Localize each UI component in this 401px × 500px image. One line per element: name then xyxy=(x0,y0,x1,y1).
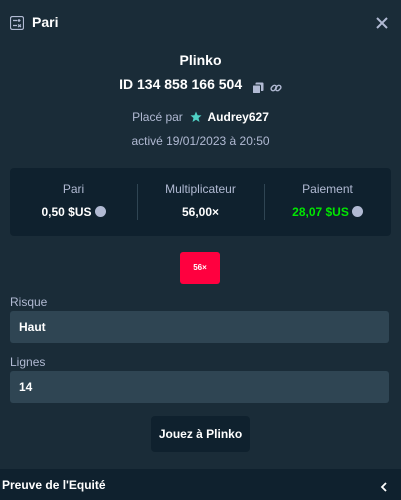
stat-bet-value-row: 0,50 $US xyxy=(10,205,137,219)
game-title[interactable]: Plinko xyxy=(0,52,401,68)
modal-header: Pari xyxy=(0,0,401,46)
modal-title: Pari xyxy=(32,14,59,30)
result-multiplier-badge: 56× xyxy=(180,252,220,284)
stat-multiplier: Multiplicateur 56,00× xyxy=(137,182,264,219)
bet-stats-panel: Pari 0,50 $US Multiplicateur 56,00× Paie… xyxy=(10,168,391,236)
activation-date: activé 19/01/2023 à 20:50 xyxy=(131,134,270,148)
play-plinko-button[interactable]: Jouez à Plinko xyxy=(151,416,250,452)
stat-payout-value-row: 28,07 $US xyxy=(264,205,391,219)
copy-icon[interactable] xyxy=(252,81,264,94)
currency-coin-icon xyxy=(351,206,363,217)
lines-field: 14 xyxy=(10,371,389,403)
stat-payout: Paiement 28,07 $US xyxy=(264,182,391,219)
fairness-footer[interactable]: Preuve de l'Equité xyxy=(0,469,401,500)
placed-by-label: Placé par xyxy=(132,110,183,124)
stat-multiplier-value: 56,00× xyxy=(181,205,220,219)
bet-id: ID 134 858 166 504 xyxy=(119,76,243,92)
risk-field: Haut xyxy=(10,311,389,343)
bet-modal: Pari Plinko ID 134 858 166 504 Placé par… xyxy=(0,0,401,500)
bet-id-row: ID 134 858 166 504 xyxy=(0,76,401,94)
link-icon[interactable] xyxy=(270,81,282,93)
chevron-left-icon[interactable] xyxy=(379,479,389,492)
stat-payout-label: Paiement xyxy=(302,182,353,196)
username-link[interactable]: Audrey627 xyxy=(208,110,269,124)
risk-label: Risque xyxy=(10,295,48,309)
stat-bet-value: 0,50 $US xyxy=(41,205,92,219)
currency-coin-icon xyxy=(94,206,106,217)
close-icon[interactable] xyxy=(375,16,389,30)
bet-slip-icon xyxy=(9,15,25,31)
stat-bet: Pari 0,50 $US xyxy=(10,182,137,219)
stat-multiplier-label: Multiplicateur xyxy=(165,182,236,196)
lines-label: Lignes xyxy=(10,355,46,369)
placed-by: Placé par Audrey627 xyxy=(0,110,401,124)
star-icon xyxy=(190,111,202,123)
stat-bet-label: Pari xyxy=(62,182,85,196)
fairness-label: Preuve de l'Equité xyxy=(2,478,106,492)
stat-payout-value: 28,07 $US xyxy=(292,205,349,219)
